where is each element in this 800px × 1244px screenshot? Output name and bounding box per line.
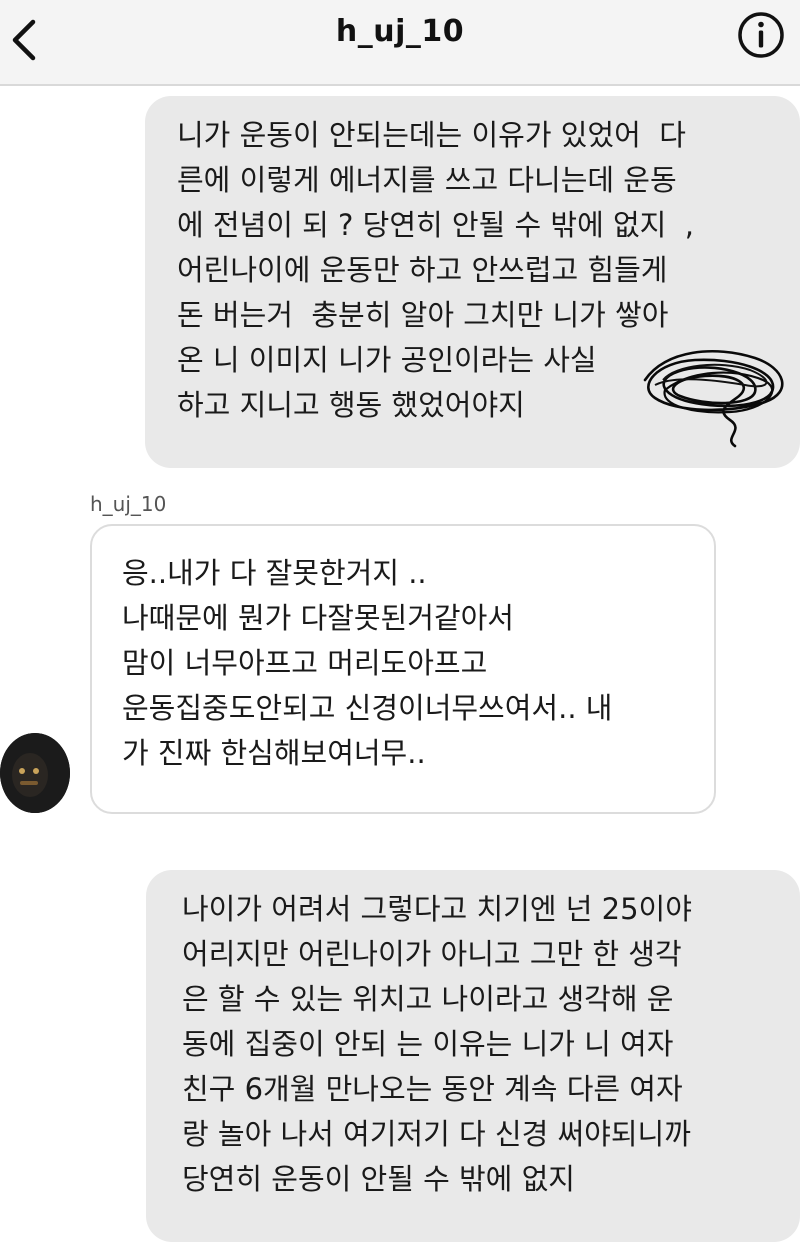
chat-header: h_uj_10 [0, 0, 800, 86]
sender-name: h_uj_10 [90, 492, 167, 516]
message-bubble-sent[interactable]: 나이가 어려서 그렇다고 치기엔 넌 25이야 어리지만 어린나이가 아니고 그… [146, 870, 800, 1242]
chat-title[interactable]: h_uj_10 [0, 14, 800, 49]
info-circle-icon [738, 12, 784, 58]
message-bubble-received[interactable]: 응..내가 다 잘못한거지 .. 나때문에 뭔가 다잘못된거같아서 맘이 너무아… [90, 524, 716, 814]
avatar-image [0, 733, 70, 813]
avatar[interactable] [0, 733, 70, 813]
info-button[interactable] [736, 10, 786, 60]
redaction-scribble [643, 349, 784, 448]
